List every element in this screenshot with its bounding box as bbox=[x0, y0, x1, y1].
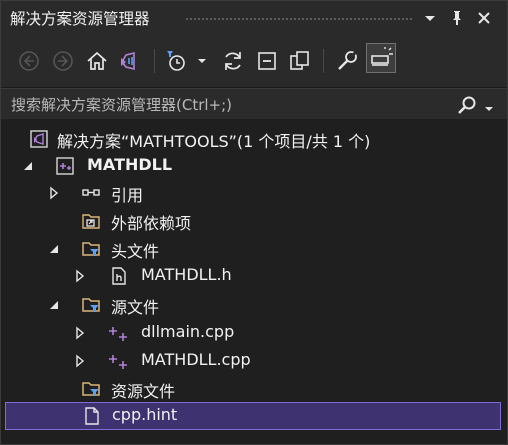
tree-item-source-files[interactable]: 源文件 bbox=[1, 291, 507, 318]
collapsed-arrow-icon[interactable] bbox=[73, 268, 87, 283]
chevron-down-icon[interactable] bbox=[195, 49, 209, 73]
search-icon[interactable] bbox=[457, 95, 477, 115]
preview-selected-icon[interactable] bbox=[366, 43, 396, 73]
tree-item-hint-file[interactable]: cpp.hint bbox=[5, 402, 501, 430]
back-icon[interactable] bbox=[17, 49, 41, 73]
header-files-label: 头文件 bbox=[111, 242, 160, 261]
solution-tree: 解决方案“MATHTOOLS”(1 个项目/共 1 个) MATHDLL 引用 … bbox=[1, 119, 507, 444]
filter-folder-icon bbox=[81, 295, 101, 315]
resource-files-label: 资源文件 bbox=[111, 382, 176, 401]
chevron-down-icon[interactable] bbox=[421, 9, 439, 27]
window-title: 解决方案资源管理器 bbox=[10, 10, 150, 28]
tree-item-project[interactable]: MATHDLL bbox=[1, 152, 507, 179]
collapsed-arrow-icon[interactable] bbox=[47, 185, 61, 200]
file-icon bbox=[82, 406, 102, 426]
tree-item-source-file[interactable]: MATHDLL.cpp bbox=[1, 347, 507, 374]
cpp-file-icon bbox=[107, 323, 127, 343]
toolbar-separator bbox=[323, 49, 324, 73]
home-icon[interactable] bbox=[85, 49, 109, 73]
header-file-icon bbox=[109, 266, 129, 286]
toolbar-separator bbox=[154, 49, 155, 73]
sync-icon[interactable] bbox=[221, 49, 245, 73]
properties-icon[interactable] bbox=[335, 49, 359, 73]
title-bar: 解决方案资源管理器 bbox=[1, 1, 507, 35]
external-dependencies-icon bbox=[81, 211, 101, 231]
project-label: MATHDLL bbox=[87, 155, 173, 174]
filter-folder-icon bbox=[81, 379, 101, 399]
pending-changes-filter-icon[interactable] bbox=[164, 49, 188, 73]
source-files-label: 源文件 bbox=[111, 298, 160, 317]
search-options-chevron-down-icon[interactable] bbox=[483, 99, 495, 111]
tree-item-references[interactable]: 引用 bbox=[1, 179, 507, 206]
tree-item-header-files[interactable]: 头文件 bbox=[1, 235, 507, 262]
header-file-label: MATHDLL.h bbox=[141, 265, 232, 284]
show-all-files-icon[interactable] bbox=[288, 49, 312, 73]
references-icon bbox=[81, 183, 101, 203]
solution-explorer-window: 解决方案资源管理器 搜索解决方案资源管理器(Ctrl+;) 解决方案“MATHT… bbox=[0, 0, 508, 445]
references-label: 引用 bbox=[111, 186, 144, 205]
switch-views-icon[interactable] bbox=[117, 49, 141, 73]
search-box bbox=[1, 88, 507, 120]
expanded-arrow-icon[interactable] bbox=[47, 297, 61, 311]
solution-icon bbox=[29, 129, 49, 149]
collapsed-arrow-icon[interactable] bbox=[73, 325, 87, 340]
source-file-label: dllmain.cpp bbox=[141, 322, 235, 341]
external-dependencies-label: 外部依赖项 bbox=[111, 214, 192, 233]
cpp-project-icon bbox=[55, 156, 75, 176]
collapsed-arrow-icon[interactable] bbox=[73, 353, 87, 368]
tree-item-solution[interactable]: 解决方案“MATHTOOLS”(1 个项目/共 1 个) bbox=[1, 125, 507, 152]
source-file-label: MATHDLL.cpp bbox=[141, 350, 251, 369]
close-icon[interactable] bbox=[475, 9, 493, 27]
expanded-arrow-icon[interactable] bbox=[21, 158, 35, 172]
hint-file-label: cpp.hint bbox=[112, 405, 178, 424]
solution-label: 解决方案“MATHTOOLS”(1 个项目/共 1 个) bbox=[57, 132, 371, 151]
cpp-file-icon bbox=[107, 351, 127, 371]
tree-item-header-file[interactable]: MATHDLL.h bbox=[1, 262, 507, 289]
expanded-arrow-icon[interactable] bbox=[47, 241, 61, 255]
tree-item-source-file[interactable]: dllmain.cpp bbox=[1, 319, 507, 346]
tree-item-external-dependencies[interactable]: 外部依赖项 bbox=[1, 207, 507, 234]
toolbar bbox=[1, 35, 507, 88]
search-input[interactable] bbox=[9, 92, 453, 118]
tree-item-resource-files[interactable]: 资源文件 bbox=[1, 375, 507, 402]
filter-folder-icon bbox=[81, 239, 101, 259]
drag-grip[interactable] bbox=[185, 17, 413, 21]
forward-icon[interactable] bbox=[51, 49, 75, 73]
pin-icon[interactable] bbox=[448, 9, 466, 27]
collapse-all-icon[interactable] bbox=[255, 49, 279, 73]
